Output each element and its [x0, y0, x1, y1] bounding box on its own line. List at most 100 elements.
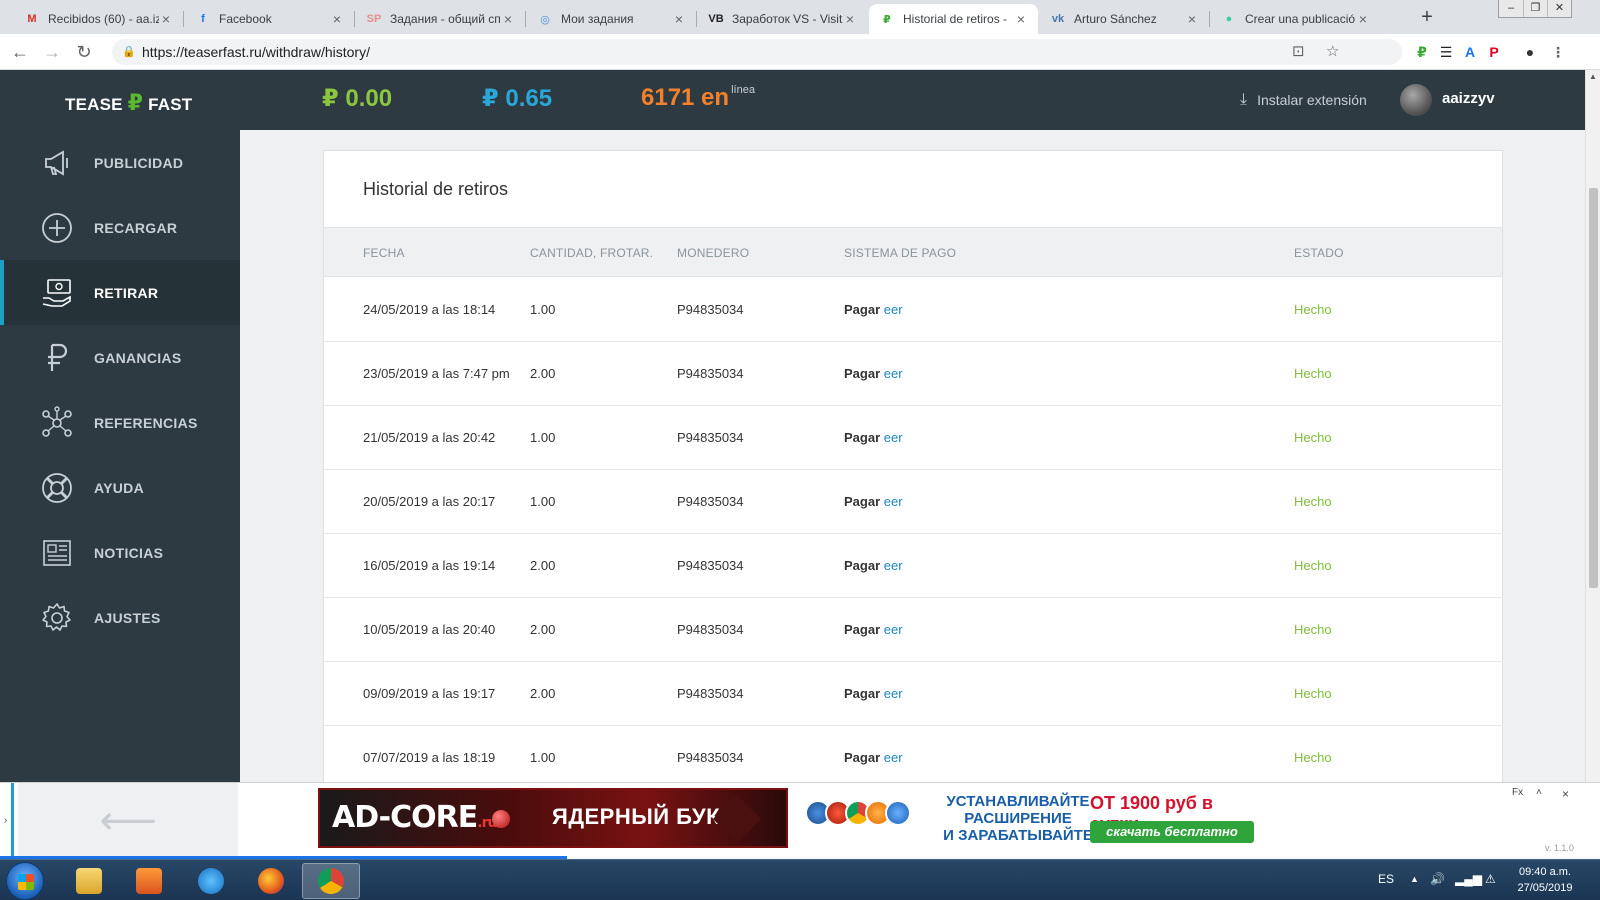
ad-version: v. 1.1.0 — [1545, 843, 1574, 853]
balance-advertising[interactable]: ₽ 0.65 — [482, 84, 552, 113]
forward-arrow-icon[interactable]: → — [40, 40, 64, 64]
cell-status: Hecho — [1294, 686, 1332, 701]
url-text: https://teaserfast.ru/withdraw/history/ — [142, 44, 370, 60]
spiral-icon: ◎ — [540, 13, 550, 26]
sidebar-item-publicidad[interactable]: PUBLICIDAD — [0, 130, 240, 195]
username[interactable]: aaizzyv — [1442, 90, 1495, 107]
bomb-icon — [492, 810, 510, 828]
plus-circle-icon — [40, 211, 74, 245]
sidebar-item-ayuda[interactable]: AYUDA — [0, 455, 240, 520]
install-extension-link[interactable]: ⤓ Instalar extensión — [1240, 91, 1367, 109]
ie-taskbar-button[interactable] — [182, 863, 240, 899]
scroll-up-icon[interactable]: ▲ — [1586, 72, 1600, 81]
browser-tab[interactable]: vk Arturo Sánchez × — [1040, 4, 1209, 34]
avatar[interactable] — [1400, 84, 1432, 116]
sidebar-item-referencias[interactable]: REFERENCIAS — [0, 390, 240, 455]
close-window-button[interactable]: ✕ — [1547, 0, 1571, 17]
teaserfast-extension-icon[interactable]: ₽ — [1412, 42, 1432, 62]
sidebar-item-noticias[interactable]: NOTICIAS — [0, 520, 240, 585]
sidebar-item-label: AJUSTES — [94, 609, 161, 626]
media-player-taskbar-button[interactable] — [120, 863, 178, 899]
close-tab-icon[interactable]: × — [672, 11, 686, 27]
browser-tab[interactable]: ● Crear una publicació × — [1211, 4, 1380, 34]
page-title: Historial de retiros — [363, 179, 509, 199]
scrollbar-thumb[interactable] — [1589, 188, 1598, 588]
network-signal-icon[interactable]: ▂▄▆ — [1455, 872, 1482, 886]
close-tab-icon[interactable]: × — [843, 11, 857, 27]
ad-download-button[interactable]: скачать бесплатно — [1090, 821, 1254, 843]
close-tab-icon[interactable]: × — [1356, 11, 1370, 27]
cell-date: 20/05/2019 a las 20:17 — [363, 494, 496, 509]
pinterest-icon[interactable]: P — [1484, 42, 1504, 62]
close-tab-icon[interactable]: × — [1185, 11, 1199, 27]
extension-list-icon[interactable]: ☰ — [1436, 42, 1456, 62]
browser-tab-title: Facebook — [219, 12, 272, 26]
internet-explorer-icon — [198, 868, 224, 894]
cell-date: 16/05/2019 a las 19:14 — [363, 558, 496, 573]
cell-status: Hecho — [1294, 302, 1332, 317]
ad-collapse-button[interactable]: ˄ — [1536, 787, 1542, 798]
tray-expand-icon[interactable]: ▲ — [1410, 874, 1419, 884]
cell-amount: 1.00 — [530, 494, 556, 509]
browser-tab[interactable]: ◎ Мои задания × — [527, 4, 696, 34]
firefox-taskbar-button[interactable] — [242, 863, 300, 899]
translate-icon[interactable]: ⊡ — [1292, 39, 1305, 65]
cell-date: 23/05/2019 a las 7:47 pm — [363, 366, 510, 381]
sidebar-item-ganancias[interactable]: GANANCIAS — [0, 325, 240, 390]
table-row: 09/09/2019 a las 19:17 2.00 P94835034 Pagar… — [324, 661, 1502, 726]
reload-icon[interactable]: ↻ — [72, 40, 96, 64]
volume-icon[interactable]: 🔊 — [1430, 872, 1445, 886]
language-indicator[interactable]: ES — [1378, 872, 1394, 886]
ad-fx-toggle[interactable]: Fx — [1512, 787, 1523, 798]
page-scrollbar[interactable]: ▲ — [1585, 70, 1600, 782]
close-tab-icon[interactable]: × — [501, 11, 515, 27]
cell-date: 07/07/2019 a las 18:19 — [363, 750, 496, 765]
battery-warning-icon[interactable]: ⚠ — [1485, 872, 1496, 886]
browser-tab[interactable]: SP Задания - общий сп × — [356, 4, 525, 34]
site-logo[interactable]: TEASE ₽ FAST — [65, 90, 192, 116]
restore-button[interactable]: ❐ — [1523, 0, 1547, 17]
close-tab-icon[interactable]: × — [159, 11, 173, 27]
chrome-taskbar-button[interactable] — [302, 863, 360, 899]
payment-system-suffix: eer — [883, 750, 903, 765]
browser-tab-strip: + ‒ ❐ ✕ M Recibidos (60) - aa.iz × f Faceboo… — [0, 0, 1600, 34]
back-arrow-icon[interactable]: ⟵ — [18, 783, 238, 859]
media-player-icon — [136, 868, 162, 894]
payment-system-name: Pagar — [844, 430, 881, 445]
bookmark-star-icon[interactable]: ☆ — [1326, 39, 1339, 65]
minimize-button[interactable]: ‒ — [1499, 0, 1523, 17]
payment-system-name: Pagar — [844, 366, 881, 381]
sidebar-item-retirar[interactable]: RETIRAR — [0, 260, 240, 325]
ad-banner-extension[interactable]: УСТАНАВЛИВАЙТЕ РАСШИРЕНИЕ И ЗАРАБАТЫВАЙТ… — [800, 788, 1260, 848]
ad-close-button[interactable]: × — [1562, 787, 1569, 801]
system-clock[interactable]: 09:40 a.m. 27/05/2019 — [1510, 864, 1580, 896]
browser-tab[interactable]: f Facebook × — [185, 4, 354, 34]
sidebar-item-recargar[interactable]: RECARGAR — [0, 195, 240, 260]
close-tab-icon[interactable]: × — [1014, 11, 1028, 27]
sidebar-item-ajustes[interactable]: AJUSTES — [0, 585, 240, 650]
balance-main[interactable]: ₽ 0.00 — [322, 84, 392, 113]
browser-tab[interactable]: VB Заработок VS - Visit × — [698, 4, 867, 34]
browser-tab[interactable]: ₽ Historial de retiros - × — [869, 4, 1038, 34]
payment-system-name: Pagar — [844, 558, 881, 573]
cell-wallet: P94835034 — [677, 558, 744, 573]
menu-kebab-icon[interactable]: ⋮ — [1548, 42, 1568, 62]
close-tab-icon[interactable]: × — [330, 11, 344, 27]
address-bar[interactable]: 🔒 https://teaserfast.ru/withdraw/history… — [112, 39, 1402, 65]
start-button[interactable] — [6, 862, 44, 900]
extension-a-icon[interactable]: A — [1460, 42, 1480, 62]
payment-system-suffix: eer — [883, 494, 903, 509]
cell-payment-system: Pagar eer — [844, 366, 903, 381]
cash-hand-icon — [40, 276, 74, 310]
table-row: 23/05/2019 a las 7:47 pm 2.00 P94835034 Pag… — [324, 341, 1502, 406]
profile-icon[interactable]: ● — [1520, 42, 1540, 62]
back-arrow-icon[interactable]: ← — [8, 40, 32, 64]
ad-brand: AD-CORE.ru — [332, 800, 497, 835]
browser-tab[interactable]: M Recibidos (60) - aa.iz × — [14, 4, 183, 34]
new-tab-button[interactable]: + — [1415, 6, 1439, 30]
gmail-icon: M — [27, 13, 37, 25]
explorer-taskbar-button[interactable] — [60, 863, 118, 899]
ad-banner-adcore[interactable]: AD-CORE.ru ЯДЕРНЫЙ БУКС — [318, 788, 788, 848]
ad-bar-toggle[interactable]: › — [0, 783, 14, 859]
sidebar-item-label: GANANCIAS — [94, 349, 182, 366]
